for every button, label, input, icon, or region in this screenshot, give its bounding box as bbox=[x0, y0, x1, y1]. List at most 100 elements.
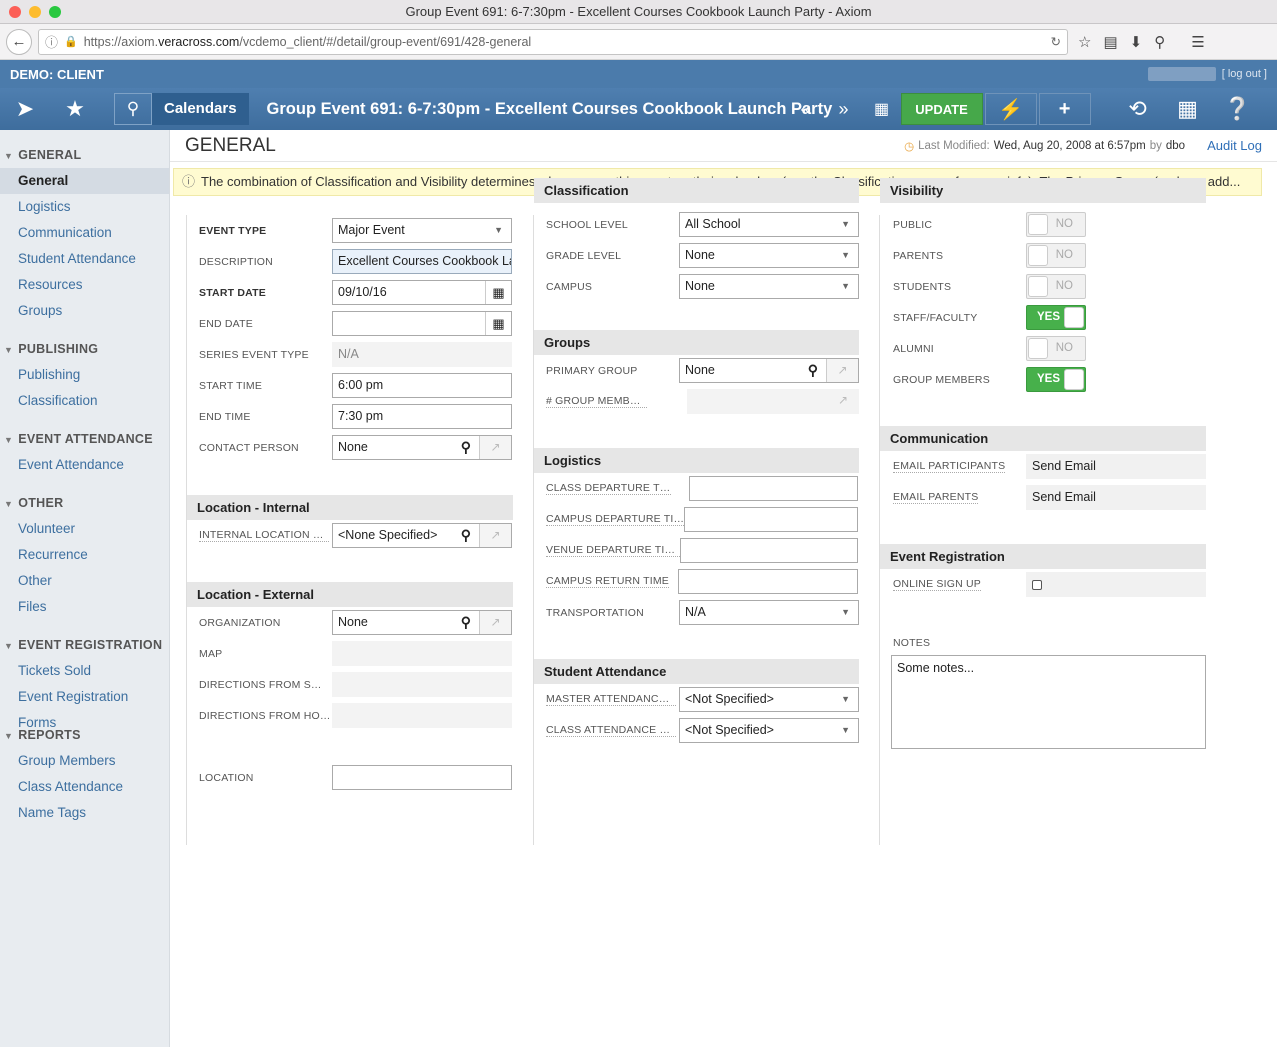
bookmark-star-icon[interactable]: ☆ bbox=[1078, 33, 1091, 51]
sidebar-item-files[interactable]: Files bbox=[0, 594, 169, 620]
end-date-input[interactable]: ▦ bbox=[332, 311, 512, 336]
search-icon[interactable]: ⚲ bbox=[461, 436, 471, 459]
grid-view-icon[interactable]: ▦ bbox=[863, 99, 901, 119]
primary-group-input[interactable]: None ⚲ ↗ bbox=[679, 358, 859, 383]
email-parents-link[interactable]: Send Email bbox=[1026, 485, 1206, 510]
sidebar-section-event-attendance[interactable]: ▼ EVENT ATTENDANCE bbox=[0, 426, 169, 452]
sidebar-section-other[interactable]: ▼ OTHER bbox=[0, 490, 169, 516]
groups-heading: Groups bbox=[534, 330, 859, 355]
calendar-icon[interactable]: ▦ bbox=[485, 281, 511, 304]
user-name[interactable] bbox=[1147, 67, 1216, 81]
organization-input[interactable]: None ⚲ ↗ bbox=[332, 610, 512, 635]
sidebar-item-tickets-sold[interactable]: Tickets Sold bbox=[0, 658, 169, 684]
sidebar-item-groups[interactable]: Groups bbox=[0, 298, 169, 324]
sidebar-item-event-registration-forms[interactable]: Event Registration Forms bbox=[0, 684, 169, 730]
sidebar-item-publishing[interactable]: Publishing bbox=[0, 362, 169, 388]
alumni-toggle[interactable]: NO bbox=[1026, 336, 1086, 361]
sidebar-item-classification[interactable]: Classification bbox=[0, 388, 169, 414]
students-toggle[interactable]: NO bbox=[1026, 274, 1086, 299]
calendar-icon[interactable]: ▦ bbox=[485, 312, 511, 335]
reload-icon[interactable]: ↻ bbox=[1051, 34, 1061, 49]
breadcrumb-calendars[interactable]: Calendars bbox=[152, 93, 249, 125]
start-time-input[interactable]: 6:00 pm bbox=[332, 373, 512, 398]
last-modified: ◷ Last Modified: Wed, Aug 20, 2008 at 6:… bbox=[904, 138, 1262, 153]
parents-toggle[interactable]: NO bbox=[1026, 243, 1086, 268]
address-bar[interactable]: ⓘ 🔒 https://axiom.veracross.com/vcdemo_c… bbox=[38, 28, 1068, 55]
last-modified-date: Wed, Aug 20, 2008 at 6:57pm bbox=[993, 139, 1146, 152]
sidebar-section-general[interactable]: ▼ GENERAL bbox=[0, 142, 169, 168]
menu-icon[interactable]: ☰ bbox=[1191, 33, 1204, 51]
back-arrow-icon[interactable]: ← bbox=[6, 28, 32, 55]
download-icon[interactable]: ⬇ bbox=[1130, 33, 1143, 51]
location-input[interactable] bbox=[332, 765, 512, 790]
sidebar-item-logistics[interactable]: Logistics bbox=[0, 194, 169, 220]
search-icon[interactable]: ⚲ bbox=[808, 359, 818, 382]
rocket-icon[interactable]: ➤ bbox=[0, 88, 50, 130]
help-icon[interactable]: ❔ bbox=[1213, 88, 1263, 130]
info-icon[interactable]: ⓘ bbox=[45, 32, 58, 51]
search-icon[interactable]: ⚲ bbox=[461, 611, 471, 634]
class-departure-input[interactable] bbox=[688, 476, 858, 501]
sidebar-item-recurrence[interactable]: Recurrence bbox=[0, 542, 169, 568]
venue-departure-input[interactable] bbox=[679, 538, 858, 563]
grade-level-select[interactable]: None ▼ bbox=[679, 243, 859, 268]
prev-record-icon[interactable]: « bbox=[787, 99, 825, 120]
next-record-icon[interactable]: » bbox=[825, 99, 863, 120]
page-title: Group Event 691: 6-7:30pm - Excellent Co… bbox=[266, 99, 833, 118]
reading-list-icon[interactable]: ▤ bbox=[1103, 33, 1117, 51]
contact-person-input[interactable]: None ⚲ ↗ bbox=[332, 435, 512, 460]
add-icon[interactable]: + bbox=[1038, 93, 1091, 125]
logout-link[interactable]: [ log out ] bbox=[1222, 68, 1267, 80]
external-link-icon[interactable]: ↗ bbox=[479, 436, 511, 459]
minimize-window-button[interactable] bbox=[29, 6, 41, 18]
sidebar-item-resources[interactable]: Resources bbox=[0, 272, 169, 298]
search-icon[interactable]: ⚲ bbox=[114, 93, 152, 125]
description-input[interactable]: Excellent Courses Cookbook Lau bbox=[332, 249, 512, 274]
sidebar-item-class-attendance[interactable]: Class Attendance bbox=[0, 774, 169, 800]
online-sign-up-checkbox[interactable] bbox=[1032, 579, 1042, 590]
public-toggle[interactable]: NO bbox=[1026, 212, 1086, 237]
sidebar-item-event-attendance[interactable]: Event Attendance bbox=[0, 452, 169, 478]
staff-faculty-toggle[interactable]: YES bbox=[1026, 305, 1086, 330]
campus-return-input[interactable] bbox=[678, 569, 858, 594]
close-window-button[interactable] bbox=[9, 6, 21, 18]
external-link-icon[interactable]: ↗ bbox=[827, 389, 859, 412]
star-icon[interactable]: ★ bbox=[50, 88, 100, 130]
public-label: PUBLIC bbox=[893, 218, 933, 231]
group-members-toggle[interactable]: YES bbox=[1026, 367, 1086, 392]
sidebar-item-name-tags[interactable]: Name Tags bbox=[0, 800, 169, 826]
update-button[interactable]: UPDATE bbox=[900, 93, 983, 125]
end-time-input[interactable]: 7:30 pm bbox=[332, 404, 512, 429]
external-link-icon[interactable]: ↗ bbox=[479, 611, 511, 634]
sidebar-item-volunteer[interactable]: Volunteer bbox=[0, 516, 169, 542]
campus-departure-input[interactable] bbox=[684, 507, 858, 532]
internal-location-input[interactable]: <None Specified> ⚲ ↗ bbox=[332, 523, 512, 548]
email-participants-link[interactable]: Send Email bbox=[1026, 454, 1206, 479]
sidebar-section-reports[interactable]: ▼ REPORTS bbox=[0, 722, 169, 748]
audit-log-link[interactable]: Audit Log bbox=[1207, 138, 1262, 153]
transportation-select[interactable]: N/A ▼ bbox=[679, 600, 859, 625]
lightning-icon[interactable]: ⚡ bbox=[984, 93, 1037, 125]
zoom-window-button[interactable] bbox=[49, 6, 61, 18]
school-level-select[interactable]: All School ▼ bbox=[679, 212, 859, 237]
sidebar-item-group-members[interactable]: Group Members bbox=[0, 748, 169, 774]
campus-select[interactable]: None ▼ bbox=[679, 274, 859, 299]
search-icon[interactable]: ⚲ bbox=[461, 524, 471, 547]
sidebar-item-student-attendance[interactable]: Student Attendance bbox=[0, 246, 169, 272]
external-link-icon[interactable]: ↗ bbox=[479, 524, 511, 547]
dashboard-icon[interactable]: ▦ bbox=[1163, 88, 1213, 130]
external-link-icon[interactable]: ↗ bbox=[826, 359, 858, 382]
event-type-select[interactable]: Major Event ▼ bbox=[332, 218, 512, 243]
start-date-input[interactable]: 09/10/16 ▦ bbox=[332, 280, 512, 305]
sidebar-item-communication[interactable]: Communication bbox=[0, 220, 169, 246]
master-attendance-select[interactable]: <Not Specified> ▼ bbox=[679, 687, 859, 712]
campus-departure-label: CAMPUS DEPARTURE TIME bbox=[546, 513, 685, 526]
class-attendance-select[interactable]: <Not Specified> ▼ bbox=[679, 718, 859, 743]
history-icon[interactable]: ⟲ bbox=[1113, 88, 1163, 130]
search-icon[interactable]: ⚲ bbox=[1154, 33, 1165, 51]
sidebar-section-publishing[interactable]: ▼ PUBLISHING bbox=[0, 336, 169, 362]
sidebar-item-general[interactable]: General bbox=[0, 168, 169, 194]
notes-textarea[interactable]: Some notes... bbox=[891, 655, 1206, 749]
sidebar-item-other[interactable]: Other bbox=[0, 568, 169, 594]
sidebar-section-event-registration[interactable]: ▼ EVENT REGISTRATION bbox=[0, 632, 169, 658]
